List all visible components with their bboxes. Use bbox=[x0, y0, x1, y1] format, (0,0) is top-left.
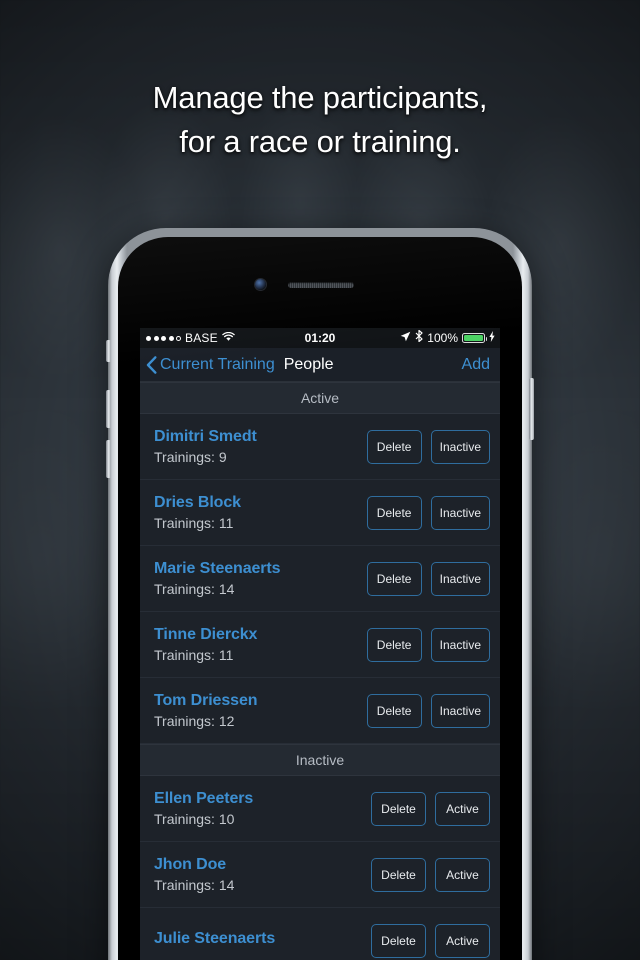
table-row[interactable]: Tinne Dierckx Trainings: 11 Delete Inactive bbox=[140, 612, 500, 678]
chevron-left-icon bbox=[146, 355, 157, 374]
table-row[interactable]: Ellen Peeters Trainings: 10 Delete Active bbox=[140, 776, 500, 842]
table-row[interactable]: Julie Steenaerts Delete Active bbox=[140, 908, 500, 960]
toggle-status-button[interactable]: Inactive bbox=[430, 627, 490, 662]
delete-button[interactable]: Delete bbox=[366, 693, 422, 728]
person-name: Ellen Peeters bbox=[154, 790, 254, 807]
delete-button[interactable]: Delete bbox=[366, 495, 422, 530]
table-row[interactable]: Tom Driessen Trainings: 12 Delete Inactive bbox=[140, 678, 500, 744]
table-row[interactable]: Marie Steenaerts Trainings: 14 Delete Inact… bbox=[140, 546, 500, 612]
person-info: Tinne Dierckx Trainings: 11 bbox=[154, 626, 257, 663]
delete-button[interactable]: Delete bbox=[366, 429, 422, 464]
battery-icon bbox=[462, 333, 487, 343]
delete-button[interactable]: Delete bbox=[371, 857, 426, 892]
status-bar: BASE 01:20 100% bbox=[140, 328, 500, 348]
delete-button[interactable]: Delete bbox=[366, 561, 422, 596]
volume-down-button[interactable] bbox=[106, 440, 111, 478]
person-info: Marie Steenaerts Trainings: 14 bbox=[154, 560, 281, 597]
navigation-bar: Current Training People Add bbox=[140, 348, 500, 382]
person-info: Tom Driessen Trainings: 12 bbox=[154, 692, 258, 729]
section-header: Active bbox=[140, 382, 500, 414]
row-actions: Delete Inactive bbox=[366, 561, 490, 596]
people-list: Active Dimitri Smedt Trainings: 9 Delete Ina… bbox=[140, 382, 500, 960]
trainings-count: Trainings: 11 bbox=[154, 515, 234, 531]
toggle-status-button[interactable]: Active bbox=[435, 923, 490, 958]
status-bar-right: 100% bbox=[400, 328, 495, 348]
table-row[interactable]: Jhon Doe Trainings: 14 Delete Active bbox=[140, 842, 500, 908]
person-name: Dimitri Smedt bbox=[154, 428, 257, 445]
delete-button[interactable]: Delete bbox=[366, 627, 422, 662]
phone-device-mockup: BASE 01:20 100% Current Training People … bbox=[106, 228, 534, 960]
row-actions: Delete Inactive bbox=[366, 693, 490, 728]
person-info: Dries Block Trainings: 11 bbox=[154, 494, 241, 531]
toggle-status-button[interactable]: Active bbox=[435, 791, 490, 826]
row-actions: Delete Inactive bbox=[366, 429, 490, 464]
headline-line-2: for a race or training. bbox=[179, 124, 461, 159]
table-row[interactable]: Dimitri Smedt Trainings: 9 Delete Inactive bbox=[140, 414, 500, 480]
trainings-count: Trainings: 12 bbox=[154, 713, 235, 729]
toggle-status-button[interactable]: Inactive bbox=[430, 429, 490, 464]
trainings-count: Trainings: 14 bbox=[154, 877, 235, 893]
bluetooth-icon bbox=[415, 328, 423, 348]
person-name: Julie Steenaerts bbox=[154, 930, 276, 947]
person-info: Jhon Doe Trainings: 14 bbox=[154, 856, 234, 893]
toggle-status-button[interactable]: Inactive bbox=[430, 495, 490, 530]
row-actions: Delete Inactive bbox=[366, 627, 490, 662]
row-actions: Delete Active bbox=[371, 923, 490, 958]
person-name: Marie Steenaerts bbox=[154, 560, 281, 577]
power-button[interactable] bbox=[529, 378, 534, 440]
toggle-status-button[interactable]: Inactive bbox=[430, 693, 490, 728]
app-screen: BASE 01:20 100% Current Training People … bbox=[140, 328, 500, 960]
person-name: Dries Block bbox=[154, 494, 241, 511]
marketing-headline: Manage the participants, for a race or t… bbox=[0, 76, 640, 164]
silent-switch-button[interactable] bbox=[106, 340, 111, 362]
page-title: People bbox=[283, 355, 334, 373]
delete-button[interactable]: Delete bbox=[371, 923, 426, 958]
trainings-count: Trainings: 10 bbox=[154, 811, 235, 827]
person-info: Ellen Peeters Trainings: 10 bbox=[154, 790, 253, 827]
location-arrow-icon bbox=[400, 328, 411, 348]
trainings-count: Trainings: 11 bbox=[154, 647, 234, 663]
toggle-status-button[interactable]: Inactive bbox=[430, 561, 490, 596]
toggle-status-button[interactable]: Active bbox=[435, 857, 490, 892]
person-name: Tom Driessen bbox=[154, 692, 258, 709]
person-name: Jhon Doe bbox=[154, 856, 227, 873]
add-button[interactable]: Add bbox=[462, 356, 490, 374]
back-button-label: Current Training bbox=[160, 355, 275, 373]
row-actions: Delete Active bbox=[371, 791, 490, 826]
back-button[interactable]: Current Training bbox=[146, 356, 275, 374]
front-camera-icon bbox=[255, 279, 266, 290]
headline-line-1: Manage the participants, bbox=[152, 80, 488, 115]
person-name: Tinne Dierckx bbox=[154, 626, 258, 643]
delete-button[interactable]: Delete bbox=[371, 791, 426, 826]
earpiece-speaker-grille bbox=[288, 282, 354, 288]
volume-up-button[interactable] bbox=[106, 390, 111, 428]
lightning-bolt-icon bbox=[489, 328, 495, 348]
battery-percent-label: 100% bbox=[427, 331, 458, 345]
trainings-count: Trainings: 14 bbox=[154, 581, 235, 597]
row-actions: Delete Inactive bbox=[366, 495, 490, 530]
person-info: Dimitri Smedt Trainings: 9 bbox=[154, 428, 257, 465]
trainings-count: Trainings: 9 bbox=[154, 449, 227, 465]
person-info: Julie Steenaerts bbox=[154, 930, 275, 951]
section-header: Inactive bbox=[140, 744, 500, 776]
table-row[interactable]: Dries Block Trainings: 11 Delete Inactive bbox=[140, 480, 500, 546]
row-actions: Delete Active bbox=[371, 857, 490, 892]
